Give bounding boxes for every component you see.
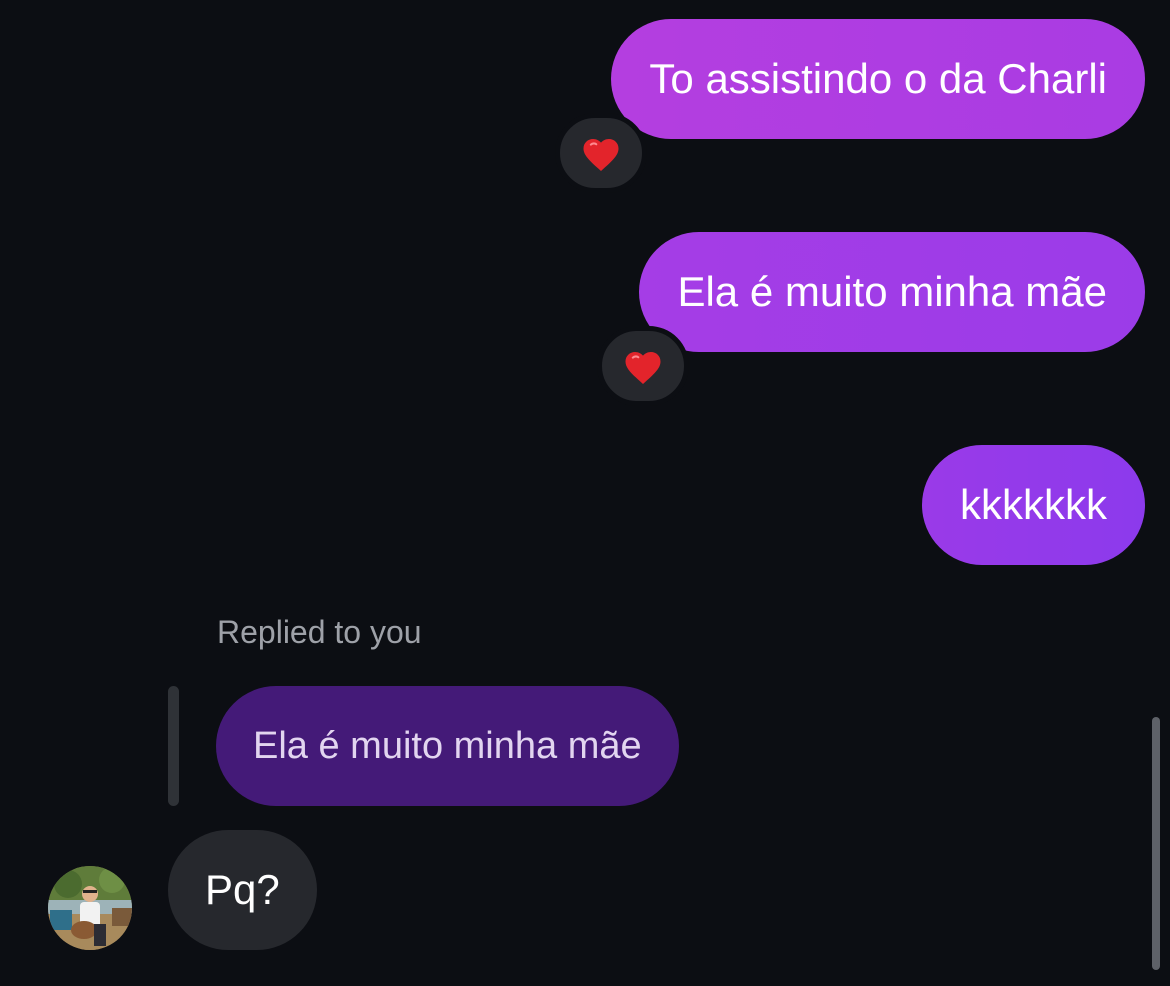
outgoing-message[interactable]: To assistindo o da Charli	[611, 19, 1145, 139]
quoted-message[interactable]: Ela é muito minha mãe	[216, 686, 679, 806]
heart-icon	[625, 352, 661, 385]
message-text: kkkkkkk	[960, 481, 1107, 528]
message-text: Ela é muito minha mãe	[677, 268, 1107, 315]
heart-icon	[583, 139, 619, 172]
message-reaction[interactable]	[597, 326, 689, 406]
incoming-message[interactable]: Pq?	[168, 830, 317, 950]
user-avatar[interactable]	[48, 866, 132, 950]
scrollbar-thumb[interactable]	[1152, 717, 1160, 970]
message-text: Pq?	[205, 866, 280, 913]
quoted-text: Ela é muito minha mãe	[253, 725, 642, 767]
reply-indicator-bar	[168, 686, 179, 806]
message-reaction[interactable]	[555, 113, 647, 193]
outgoing-message[interactable]: Ela é muito minha mãe	[639, 232, 1145, 352]
chat-thread: To assistindo o da Charli Ela é muito mi…	[0, 0, 1170, 986]
outgoing-message[interactable]: kkkkkkk	[922, 445, 1145, 565]
message-text: To assistindo o da Charli	[649, 55, 1107, 102]
replied-to-label: Replied to you	[217, 614, 422, 650]
